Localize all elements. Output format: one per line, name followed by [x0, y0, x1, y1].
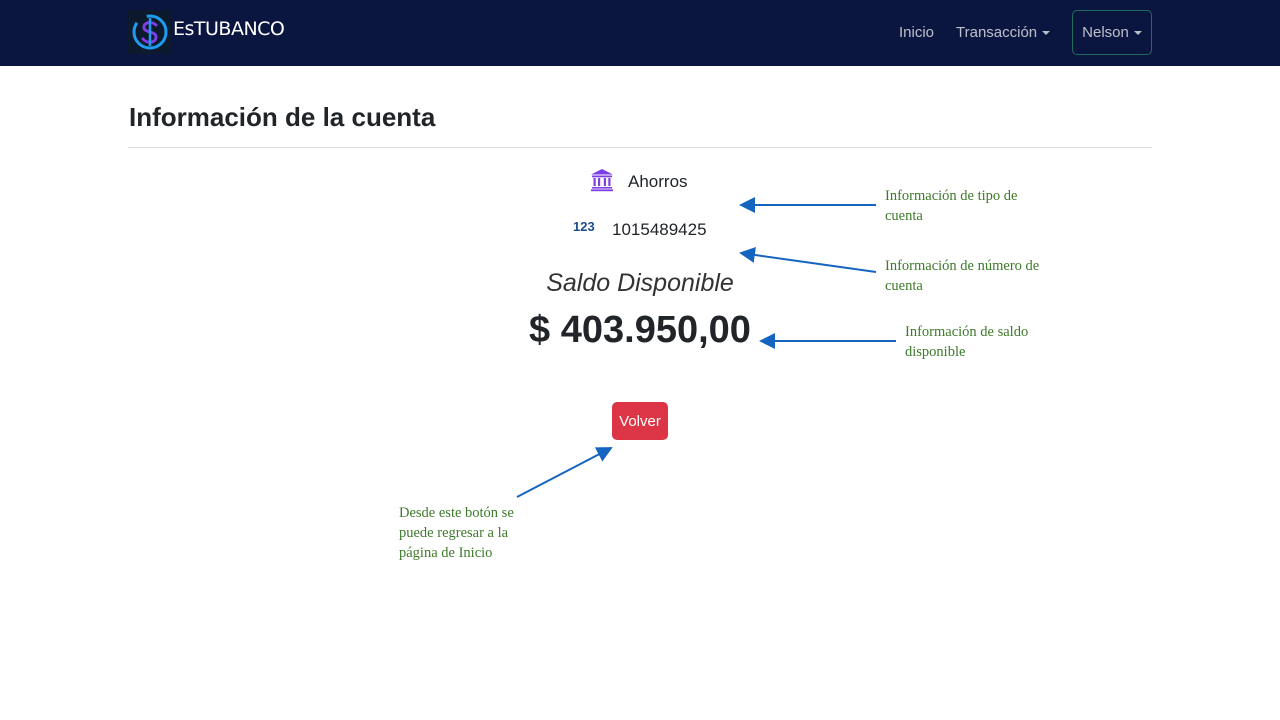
- user-menu-button[interactable]: Nelson: [1072, 10, 1152, 55]
- brand[interactable]: EsTUBANCO: [128, 10, 285, 54]
- account-type: Ahorros: [628, 172, 688, 191]
- annotation-balance: Información de saldo disponible: [905, 324, 1029, 360]
- annotation-back-button: Desde este botón se puede regresar a la …: [399, 505, 514, 561]
- navbar: EsTUBANCO Inicio Transacción Nelson: [0, 0, 1280, 66]
- brand-name: EsTUBANCO: [173, 18, 285, 40]
- nav-link-transaccion-label: Transacción: [956, 24, 1038, 41]
- numbers-icon: 123: [573, 219, 595, 234]
- arrow-back-button: [516, 447, 613, 498]
- back-button[interactable]: Volver: [612, 402, 668, 440]
- user-menu-label: Nelson: [1082, 24, 1129, 41]
- bank-icon: [591, 169, 613, 192]
- balance-label: Saldo Disponible: [546, 269, 734, 297]
- nav-dropdown-transaccion[interactable]: Transacción: [956, 24, 1051, 41]
- nav-link-inicio[interactable]: Inicio: [899, 24, 934, 41]
- annotation-account-number: Información de número de cuenta: [885, 258, 1040, 294]
- caret-down-icon: [1133, 31, 1142, 35]
- dollar-logo-icon: [128, 10, 172, 54]
- account-number: 1015489425: [612, 220, 707, 239]
- annotation-account-type: Información de tipo de cuenta: [885, 188, 1018, 224]
- title-divider: [128, 147, 1152, 148]
- caret-down-icon: [1042, 31, 1051, 35]
- balance-value: $ 403.950,00: [529, 309, 751, 351]
- page-title: Información de la cuenta: [129, 102, 436, 132]
